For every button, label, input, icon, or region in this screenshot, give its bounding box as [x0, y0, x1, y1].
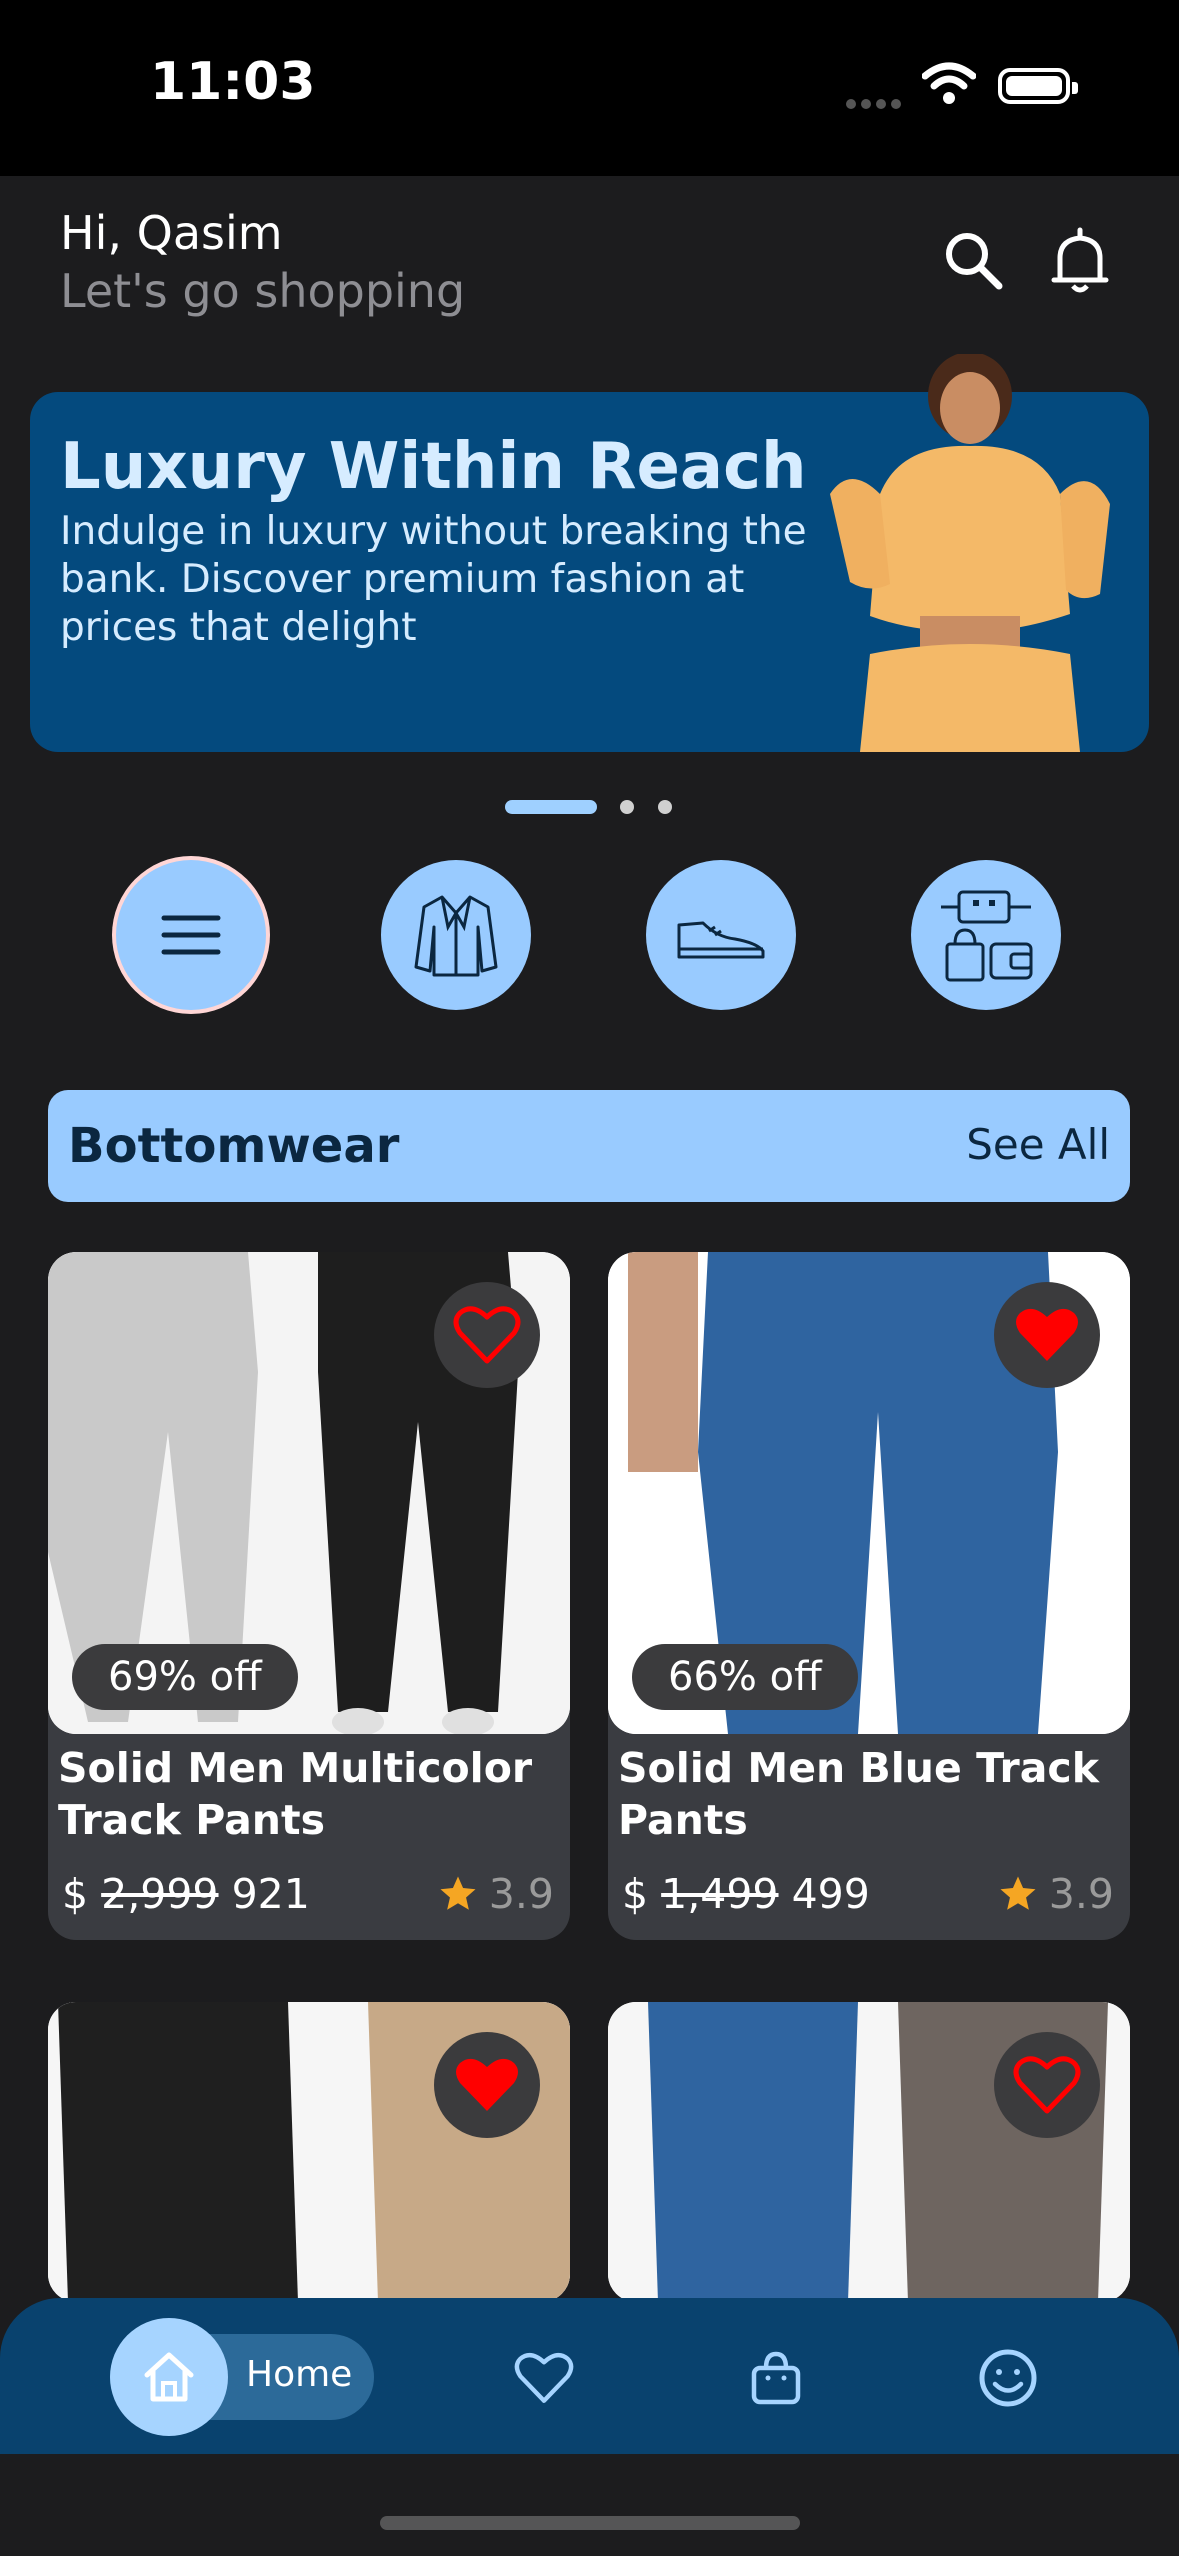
product-price: $ 2,999 921 [62, 1870, 310, 1918]
favorite-button[interactable] [994, 1282, 1100, 1388]
accessories-icon [941, 890, 1033, 982]
star-icon [440, 1876, 476, 1910]
status-time: 11:03 [150, 52, 316, 112]
discount-badge: 69% off [72, 1644, 298, 1710]
section-header: Bottomwear See All [48, 1090, 1130, 1202]
product-card[interactable] [48, 2002, 570, 2302]
banner-title: Luxury Within Reach [60, 430, 807, 504]
product-image: 69% off [48, 1252, 570, 1734]
nav-favorites-button[interactable] [508, 2342, 580, 2414]
search-icon [946, 233, 1003, 290]
nav-home-label[interactable]: Home [246, 2354, 352, 2395]
nav-cart-button[interactable] [740, 2342, 812, 2414]
bottom-safe-area [0, 2454, 1179, 2556]
product-image: 66% off [608, 1252, 1130, 1734]
product-price: $ 1,499 499 [622, 1870, 870, 1918]
battery-icon [998, 68, 1078, 104]
see-all-link[interactable]: See All [966, 1120, 1110, 1169]
heart-icon [514, 2352, 574, 2403]
product-rating: 3.9 [997, 1870, 1114, 1918]
category-footwear-button[interactable] [646, 860, 796, 1010]
nav-home-button[interactable] [110, 2318, 228, 2436]
product-card[interactable]: 69% off Solid Men Multicolor Track Pants… [48, 1252, 570, 1940]
carousel-indicator[interactable] [620, 800, 634, 814]
product-name: Solid Men Blue Track Pants [618, 1744, 1099, 1844]
product-card[interactable]: 66% off Solid Men Blue Track Pants $ 1,4… [608, 1252, 1130, 1940]
current-price: 499 [791, 1870, 870, 1918]
banner-text: Indulge in luxury without breaking the b… [60, 509, 807, 650]
heart-filled-icon [456, 2058, 518, 2111]
rating-value: 3.9 [488, 1870, 554, 1918]
greeting-subtitle: Let's go shopping [60, 264, 466, 318]
product-name: Solid Men Multicolor Track Pants [58, 1744, 533, 1844]
category-all-button[interactable] [116, 860, 266, 1010]
product-rating: 3.9 [437, 1870, 554, 1918]
bell-icon [1051, 227, 1109, 293]
star-icon [1000, 1876, 1036, 1910]
bottom-navigation: Home [0, 2298, 1179, 2454]
greeting-text: Hi, Qasim [60, 206, 283, 260]
nav-profile-button[interactable] [972, 2342, 1044, 2414]
wifi-icon [922, 62, 976, 104]
jacket-icon [414, 895, 498, 977]
currency-symbol: $ [622, 1870, 649, 1918]
promo-banner[interactable]: Luxury Within Reach Indulge in luxury wi… [30, 354, 1149, 752]
favorite-button[interactable] [434, 2032, 540, 2138]
current-price: 921 [231, 1870, 310, 1918]
heart-outline-icon [453, 1306, 521, 1364]
product-card[interactable] [608, 2002, 1130, 2302]
profile-icon [979, 2349, 1037, 2407]
bag-icon [751, 2351, 801, 2405]
favorite-button[interactable] [434, 1282, 540, 1388]
banner-model-image [830, 354, 1110, 752]
old-price: 2,999 [101, 1870, 219, 1918]
heart-outline-icon [1013, 2056, 1081, 2114]
favorite-button[interactable] [994, 2032, 1100, 2138]
carousel-indicator[interactable] [658, 800, 672, 814]
category-accessories-button[interactable] [911, 860, 1061, 1010]
category-topwear-button[interactable] [381, 860, 531, 1010]
currency-symbol: $ [62, 1870, 89, 1918]
search-button[interactable] [935, 222, 1015, 302]
rating-value: 3.9 [1048, 1870, 1114, 1918]
discount-badge: 66% off [632, 1644, 858, 1710]
notifications-button[interactable] [1040, 222, 1120, 302]
menu-icon [161, 915, 221, 955]
shoe-icon [677, 921, 765, 959]
signal-dots-icon [846, 94, 906, 113]
home-icon [144, 2352, 194, 2402]
section-title: Bottomwear [68, 1118, 400, 1174]
home-indicator[interactable] [380, 2516, 800, 2530]
old-price: 1,499 [661, 1870, 779, 1918]
heart-filled-icon [1016, 1308, 1078, 1361]
carousel-indicator-active[interactable] [505, 800, 597, 814]
